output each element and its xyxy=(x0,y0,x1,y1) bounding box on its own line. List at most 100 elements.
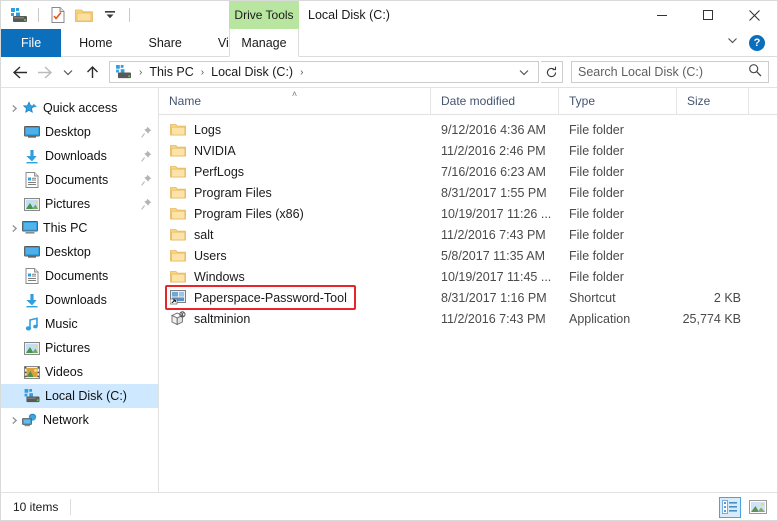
sidebar-item-downloads[interactable]: Downloads xyxy=(1,288,158,312)
sidebar-item-label: Network xyxy=(43,413,89,427)
help-icon-label: ? xyxy=(753,37,761,49)
expand-chevron-icon[interactable] xyxy=(7,224,21,233)
folder-icon xyxy=(169,186,187,199)
column-header-size[interactable]: Size xyxy=(677,88,749,114)
drive-icon[interactable] xyxy=(9,5,29,25)
cell-date-modified: 11/2/2016 7:43 PM xyxy=(441,311,546,326)
expand-chevron-icon[interactable] xyxy=(7,416,21,425)
table-row[interactable]: NVIDIA 11/2/2016 2:46 PM File folder xyxy=(159,140,777,161)
help-icon[interactable]: ? xyxy=(749,35,765,51)
cell-type: File folder xyxy=(569,248,624,263)
sidebar-item-videos[interactable]: Videos xyxy=(1,360,158,384)
new-folder-icon[interactable] xyxy=(74,5,94,25)
pin-icon[interactable] xyxy=(141,198,152,210)
sidebar-item-label: Downloads xyxy=(45,149,107,163)
table-row[interactable]: Paperspace-Password-Tool 8/31/2017 1:16 P… xyxy=(159,287,777,308)
tab-share-label: Share xyxy=(148,36,182,50)
column-header-date-modified-label: Date modified xyxy=(441,94,516,108)
cell-name[interactable]: Users xyxy=(159,245,431,266)
sidebar-item-this-pc[interactable]: This PC xyxy=(1,216,158,240)
sidebar-item-label: Pictures xyxy=(45,197,91,211)
documents-icon xyxy=(23,172,41,188)
expand-chevron-icon[interactable] xyxy=(7,104,21,113)
close-button[interactable] xyxy=(731,1,777,29)
tab-home[interactable]: Home xyxy=(61,29,130,57)
table-row[interactable]: PerfLogs 7/16/2016 6:23 AM File folder xyxy=(159,161,777,182)
breadcrumb-root-icon[interactable] xyxy=(112,63,136,81)
customize-chevron-icon[interactable] xyxy=(100,5,120,25)
address-bar: › This PC › Local Disk (C:) › Search Loc… xyxy=(1,57,777,87)
sidebar-item-pictures[interactable]: Pictures xyxy=(1,336,158,360)
search-icon[interactable] xyxy=(748,63,762,82)
cell-type: File folder xyxy=(569,143,624,158)
table-row[interactable]: Users 5/8/2017 11:35 AM File folder xyxy=(159,245,777,266)
breadcrumb[interactable]: › This PC › Local Disk (C:) › xyxy=(109,61,539,83)
table-row[interactable]: salt 11/2/2016 7:43 PM File folder xyxy=(159,224,777,245)
file-list[interactable]: Logs 9/12/2016 4:36 AM File folder NVIDIA 11… xyxy=(159,115,777,492)
pin-icon[interactable] xyxy=(141,174,152,186)
sidebar-item-documents[interactable]: Documents xyxy=(1,264,158,288)
breadcrumb-item-this-pc[interactable]: This PC xyxy=(145,63,197,81)
folder-icon xyxy=(169,207,187,220)
cell-size xyxy=(677,245,749,266)
sidebar-item-local-disk-c[interactable]: Local Disk (C:) xyxy=(1,384,158,408)
table-row[interactable]: Program Files 8/31/2017 1:55 PM File folde… xyxy=(159,182,777,203)
sidebar-item-desktop[interactable]: Desktop xyxy=(1,240,158,264)
documents-icon xyxy=(23,268,41,284)
sidebar-item-documents[interactable]: Documents xyxy=(1,168,158,192)
pin-icon[interactable] xyxy=(141,126,152,138)
cell-date-modified: 8/31/2017 1:55 PM xyxy=(441,185,547,200)
column-header-type[interactable]: Type xyxy=(559,88,677,114)
sidebar-item-desktop[interactable]: Desktop xyxy=(1,120,158,144)
minimize-ribbon-chevron-icon[interactable] xyxy=(726,34,739,52)
breadcrumb-item-local-disk[interactable]: Local Disk (C:) xyxy=(207,63,297,81)
table-row[interactable]: Program Files (x86) 10/19/2017 11:26 ... F… xyxy=(159,203,777,224)
large-icons-view-button[interactable] xyxy=(747,497,769,518)
shortcut-icon xyxy=(169,290,187,305)
tab-file[interactable]: File xyxy=(1,29,62,57)
window-controls xyxy=(639,1,777,29)
sidebar-item-pictures[interactable]: Pictures xyxy=(1,192,158,216)
search-input[interactable]: Search Local Disk (C:) xyxy=(578,65,748,79)
cell-date-modified: 11/2/2016 2:46 PM xyxy=(441,143,546,158)
sidebar-item-quick-access[interactable]: Quick access xyxy=(1,96,158,120)
cell-size: 2 KB xyxy=(713,290,741,305)
navigation-pane[interactable]: Quick access Desktop Downloads Documents Pic… xyxy=(1,88,159,492)
tab-manage[interactable]: Manage xyxy=(229,29,299,57)
minimize-button[interactable] xyxy=(639,1,685,29)
sidebar-item-downloads[interactable]: Downloads xyxy=(1,144,158,168)
breadcrumb-separator-0: › xyxy=(139,66,143,78)
tab-share[interactable]: Share xyxy=(131,29,200,57)
cell-name[interactable]: salt xyxy=(159,224,431,245)
forward-button[interactable] xyxy=(33,60,55,84)
cell-name[interactable]: NVIDIA xyxy=(159,140,431,161)
cell-name[interactable]: Paperspace-Password-Tool xyxy=(159,287,431,308)
cell-name[interactable]: Program Files (x86) xyxy=(159,203,431,224)
column-header-date-modified[interactable]: Date modified xyxy=(431,88,559,114)
refresh-button[interactable] xyxy=(541,61,563,83)
pictures-icon xyxy=(23,341,41,355)
back-button[interactable] xyxy=(9,60,31,84)
table-row[interactable]: Windows 10/19/2017 11:45 ... File folder xyxy=(159,266,777,287)
cell-name[interactable]: Program Files xyxy=(159,182,431,203)
address-dropdown-chevron-icon[interactable] xyxy=(512,66,536,78)
table-row[interactable]: saltminion 11/2/2016 7:43 PM Application 25… xyxy=(159,308,777,329)
cell-date-modified: 7/16/2016 6:23 AM xyxy=(441,164,546,179)
column-header-name[interactable]: ˄ Name xyxy=(159,88,431,114)
cell-size xyxy=(677,266,749,287)
pin-icon[interactable] xyxy=(141,150,152,162)
properties-icon[interactable] xyxy=(48,5,68,25)
recent-locations-chevron-icon[interactable] xyxy=(57,60,79,84)
search-box[interactable]: Search Local Disk (C:) xyxy=(571,61,769,83)
maximize-button[interactable] xyxy=(685,1,731,29)
table-row[interactable]: Logs 9/12/2016 4:36 AM File folder xyxy=(159,119,777,140)
sidebar-item-music[interactable]: Music xyxy=(1,312,158,336)
cell-name[interactable]: Logs xyxy=(159,119,431,140)
cell-name[interactable]: Windows xyxy=(159,266,431,287)
sidebar-item-network[interactable]: Network xyxy=(1,408,158,432)
up-button[interactable] xyxy=(81,60,103,84)
cell-date-modified: 11/2/2016 7:43 PM xyxy=(441,227,546,242)
details-view-button[interactable] xyxy=(719,496,741,518)
cell-name[interactable]: saltminion xyxy=(159,308,431,329)
cell-name[interactable]: PerfLogs xyxy=(159,161,431,182)
